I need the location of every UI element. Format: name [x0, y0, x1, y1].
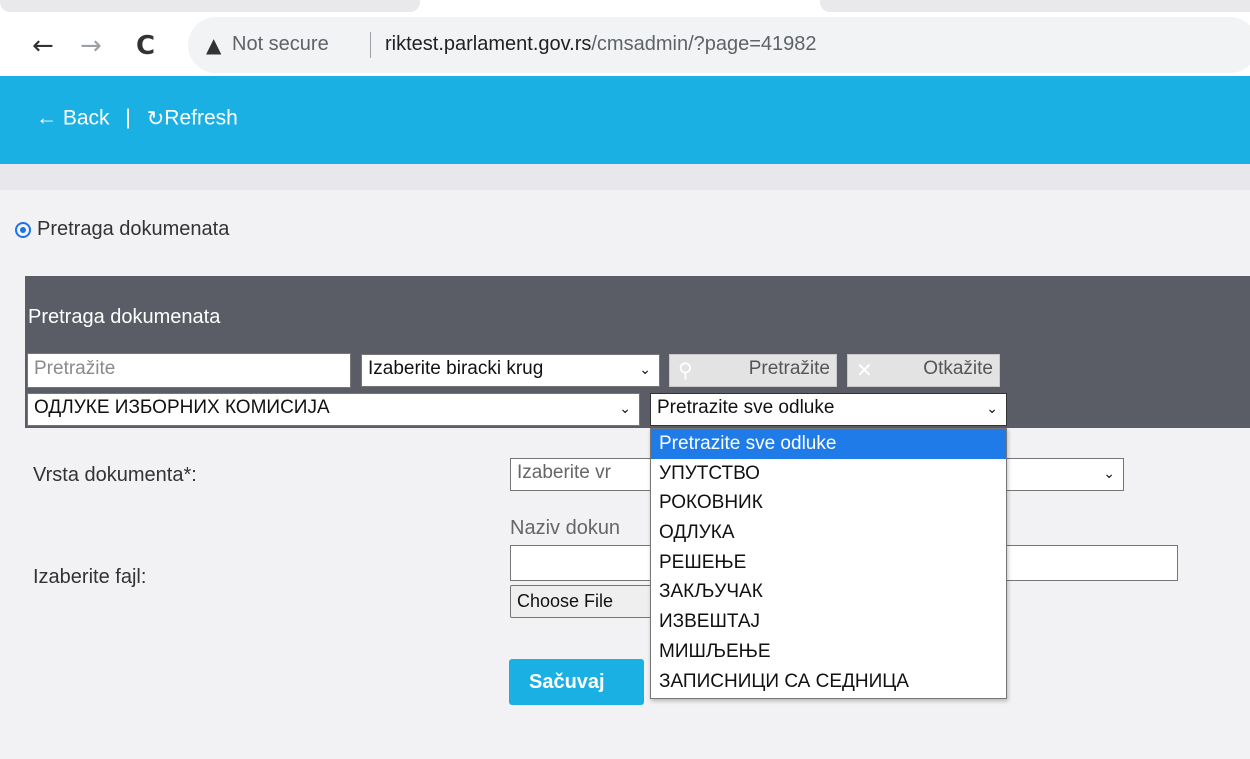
- category-select[interactable]: ОДЛУКЕ ИЗБОРНИХ КОМИСИЈА ⌄: [27, 393, 640, 426]
- dropdown-option[interactable]: РОКОВНИК: [651, 488, 1006, 518]
- close-icon: ✕: [856, 358, 873, 382]
- header-separator: |: [125, 106, 131, 130]
- dropdown-option[interactable]: Pretrazite sve odluke: [651, 429, 1006, 459]
- dropdown-option[interactable]: МИШЉЕЊЕ: [651, 637, 1006, 667]
- search-button[interactable]: ⚲ Pretražite: [669, 354, 837, 387]
- mode-radio-row[interactable]: Pretraga dokumenata: [15, 218, 229, 241]
- chevron-down-icon: ⌄: [1103, 466, 1115, 482]
- address-divider: [370, 32, 371, 58]
- back-link[interactable]: ← Back: [36, 106, 110, 129]
- doc-type-select-value: Izaberite vr: [517, 462, 611, 483]
- district-select-value: Izaberite biracki krug: [368, 358, 544, 379]
- url-text[interactable]: riktest.parlament.gov.rs/cmsadmin/?page=…: [385, 33, 817, 56]
- category-select-value: ОДЛУКЕ ИЗБОРНИХ КОМИСИЈА: [34, 397, 330, 418]
- dropdown-option[interactable]: УПУТСТВО: [651, 459, 1006, 489]
- reload-icon[interactable]: C: [136, 32, 155, 60]
- url-host: riktest.parlament.gov.rs: [385, 33, 592, 55]
- refresh-link[interactable]: ↻Refresh: [146, 106, 238, 131]
- radio-button[interactable]: [15, 221, 31, 238]
- save-button[interactable]: Sačuvaj: [509, 659, 644, 705]
- dropdown-option[interactable]: РЕШЕЊЕ: [651, 548, 1006, 578]
- cancel-button-label: Otkažite: [923, 358, 993, 379]
- search-icon: ⚲: [678, 358, 693, 382]
- forward-arrow-icon[interactable]: →: [80, 32, 102, 60]
- warning-icon[interactable]: ▲: [206, 34, 221, 56]
- doc-name-label: Naziv dokun: [510, 517, 621, 539]
- dropdown-option[interactable]: ИЗВЕШТАЈ: [651, 607, 1006, 637]
- chevron-down-icon: ⌄: [986, 401, 998, 417]
- chevron-down-icon: ⌄: [619, 401, 631, 417]
- search-input[interactable]: Pretražite: [27, 353, 351, 388]
- dropdown-option[interactable]: ЗАКЉУЧАК: [651, 577, 1006, 607]
- refresh-label: Refresh: [164, 106, 238, 130]
- browser-tab[interactable]: [0, 0, 420, 12]
- decision-dropdown-list: Pretrazite sve odluke УПУТСТВО РОКОВНИК …: [650, 428, 1007, 699]
- district-select[interactable]: Izaberite biracki krug ⌄: [361, 354, 660, 387]
- dropdown-option[interactable]: ОДЛУКА: [651, 518, 1006, 548]
- back-arrow-icon[interactable]: ←: [32, 32, 54, 60]
- browser-tab[interactable]: [820, 0, 1250, 12]
- header-nav: ← Back | ↻Refresh: [36, 106, 238, 131]
- file-label: Izaberite fajl:: [33, 566, 147, 588]
- refresh-icon: ↻: [146, 106, 165, 131]
- search-panel-title: Pretraga dokumenata: [28, 306, 221, 328]
- radio-label: Pretraga dokumenata: [37, 218, 230, 240]
- search-button-label: Pretražite: [748, 358, 830, 379]
- choose-file-button[interactable]: Choose File: [510, 585, 660, 618]
- decision-select[interactable]: Pretrazite sve odluke ⌄: [650, 393, 1007, 426]
- doc-type-label: Vrsta dokumenta*:: [33, 464, 197, 486]
- not-secure-label[interactable]: Not secure: [232, 33, 329, 56]
- dropdown-option[interactable]: ЗАПИСНИЦИ СА СЕДНИЦА: [651, 667, 1006, 697]
- divider-strip: [0, 164, 1250, 190]
- decision-select-value: Pretrazite sve odluke: [657, 397, 835, 418]
- tab-strip: [0, 0, 1250, 14]
- cancel-button[interactable]: ✕ Otkažite: [847, 354, 1000, 387]
- chevron-down-icon: ⌄: [639, 362, 651, 378]
- url-path: /cmsadmin/?page=41982: [591, 33, 817, 55]
